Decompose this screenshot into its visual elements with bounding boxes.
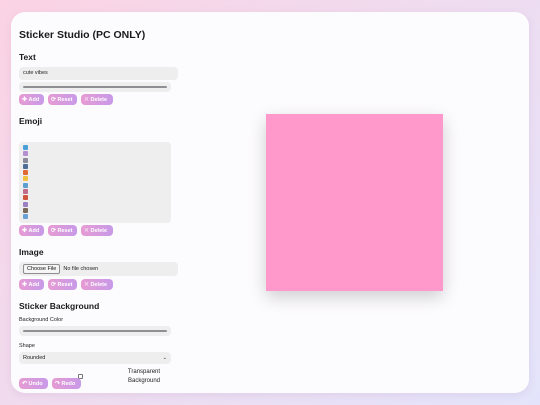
- text-input[interactable]: cute vibes: [19, 67, 178, 80]
- refresh-icon: ⟳: [51, 228, 57, 234]
- text-delete-label: Delete: [90, 96, 108, 103]
- text-add-button[interactable]: ✚ Add: [19, 94, 44, 105]
- emoji-section-title: Emoji: [19, 116, 43, 126]
- slider-track: [23, 86, 167, 88]
- text-add-label: Add: [28, 96, 40, 103]
- trash-icon: ✕: [84, 97, 90, 103]
- emoji-button-row: ✚ Add ⟳ Reset ✕ Delete: [19, 225, 113, 236]
- text-section-title: Text: [19, 52, 36, 62]
- sticker-preview-canvas[interactable]: [266, 114, 443, 291]
- emoji-item[interactable]: [23, 176, 28, 182]
- file-status: No file chosen: [63, 266, 99, 272]
- emoji-list: [23, 145, 31, 221]
- emoji-item[interactable]: [23, 157, 28, 163]
- plus-icon: ✚: [22, 282, 28, 288]
- shape-select-value: Rounded: [23, 355, 46, 361]
- text-delete-button[interactable]: ✕ Delete: [81, 94, 113, 105]
- background-color-picker[interactable]: [19, 326, 171, 336]
- emoji-item[interactable]: [23, 207, 28, 213]
- emoji-delete-button[interactable]: ✕ Delete: [81, 225, 113, 236]
- choose-file-button[interactable]: Choose File: [23, 264, 61, 274]
- image-reset-label: Reset: [57, 281, 73, 288]
- app-card: Sticker Studio (PC ONLY) Text cute vibes…: [11, 12, 529, 393]
- emoji-item[interactable]: [23, 195, 28, 201]
- trash-icon: ✕: [84, 282, 90, 288]
- text-reset-label: Reset: [57, 96, 73, 103]
- refresh-icon: ⟳: [51, 97, 57, 103]
- emoji-reset-button[interactable]: ⟳ Reset: [48, 225, 77, 236]
- color-track: [23, 330, 167, 332]
- redo-label: Redo: [61, 380, 76, 387]
- shape-label: Shape: [19, 343, 35, 349]
- image-delete-button[interactable]: ✕ Delete: [81, 279, 113, 290]
- controls-panel: Sticker Studio (PC ONLY) Text cute vibes…: [19, 12, 189, 393]
- text-button-row: ✚ Add ⟳ Reset ✕ Delete: [19, 94, 113, 105]
- image-add-button[interactable]: ✚ Add: [19, 279, 44, 290]
- undo-icon: ↶: [22, 381, 28, 387]
- emoji-add-label: Add: [28, 227, 40, 234]
- image-reset-button[interactable]: ⟳ Reset: [48, 279, 77, 290]
- emoji-add-button[interactable]: ✚ Add: [19, 225, 44, 236]
- image-file-input: Choose File No file chosen: [19, 262, 178, 276]
- undo-label: Undo: [28, 380, 43, 387]
- app-title: Sticker Studio (PC ONLY): [19, 29, 146, 41]
- text-size-slider[interactable]: [19, 82, 171, 92]
- image-add-label: Add: [28, 281, 40, 288]
- emoji-item[interactable]: [23, 145, 28, 150]
- emoji-item[interactable]: [23, 151, 28, 157]
- emoji-picker[interactable]: [19, 142, 171, 223]
- shape-select[interactable]: Rounded ⌄: [19, 352, 171, 364]
- emoji-item[interactable]: [23, 163, 28, 169]
- chevron-down-icon: ⌄: [162, 355, 167, 361]
- plus-icon: ✚: [22, 228, 28, 234]
- background-color-label: Background Color: [19, 317, 64, 323]
- image-section-title: Image: [19, 247, 44, 257]
- image-delete-label: Delete: [90, 281, 108, 288]
- redo-icon: ↷: [55, 381, 61, 387]
- trash-icon: ✕: [84, 228, 90, 234]
- emoji-item[interactable]: [23, 189, 28, 195]
- undo-button[interactable]: ↶ Undo: [19, 378, 48, 389]
- emoji-item[interactable]: [23, 182, 28, 188]
- emoji-item[interactable]: [23, 170, 28, 176]
- transparent-label: Transparent Background: [127, 369, 161, 384]
- background-section-title: Sticker Background: [19, 301, 100, 311]
- emoji-item[interactable]: [23, 201, 28, 207]
- redo-button[interactable]: ↷ Redo: [52, 378, 81, 389]
- refresh-icon: ⟳: [51, 282, 57, 288]
- emoji-delete-label: Delete: [90, 227, 108, 234]
- plus-icon: ✚: [22, 97, 28, 103]
- emoji-item[interactable]: [23, 214, 28, 220]
- history-button-row: ↶ Undo ↷ Redo: [19, 378, 81, 389]
- emoji-reset-label: Reset: [57, 227, 73, 234]
- text-reset-button[interactable]: ⟳ Reset: [48, 94, 77, 105]
- image-button-row: ✚ Add ⟳ Reset ✕ Delete: [19, 279, 113, 290]
